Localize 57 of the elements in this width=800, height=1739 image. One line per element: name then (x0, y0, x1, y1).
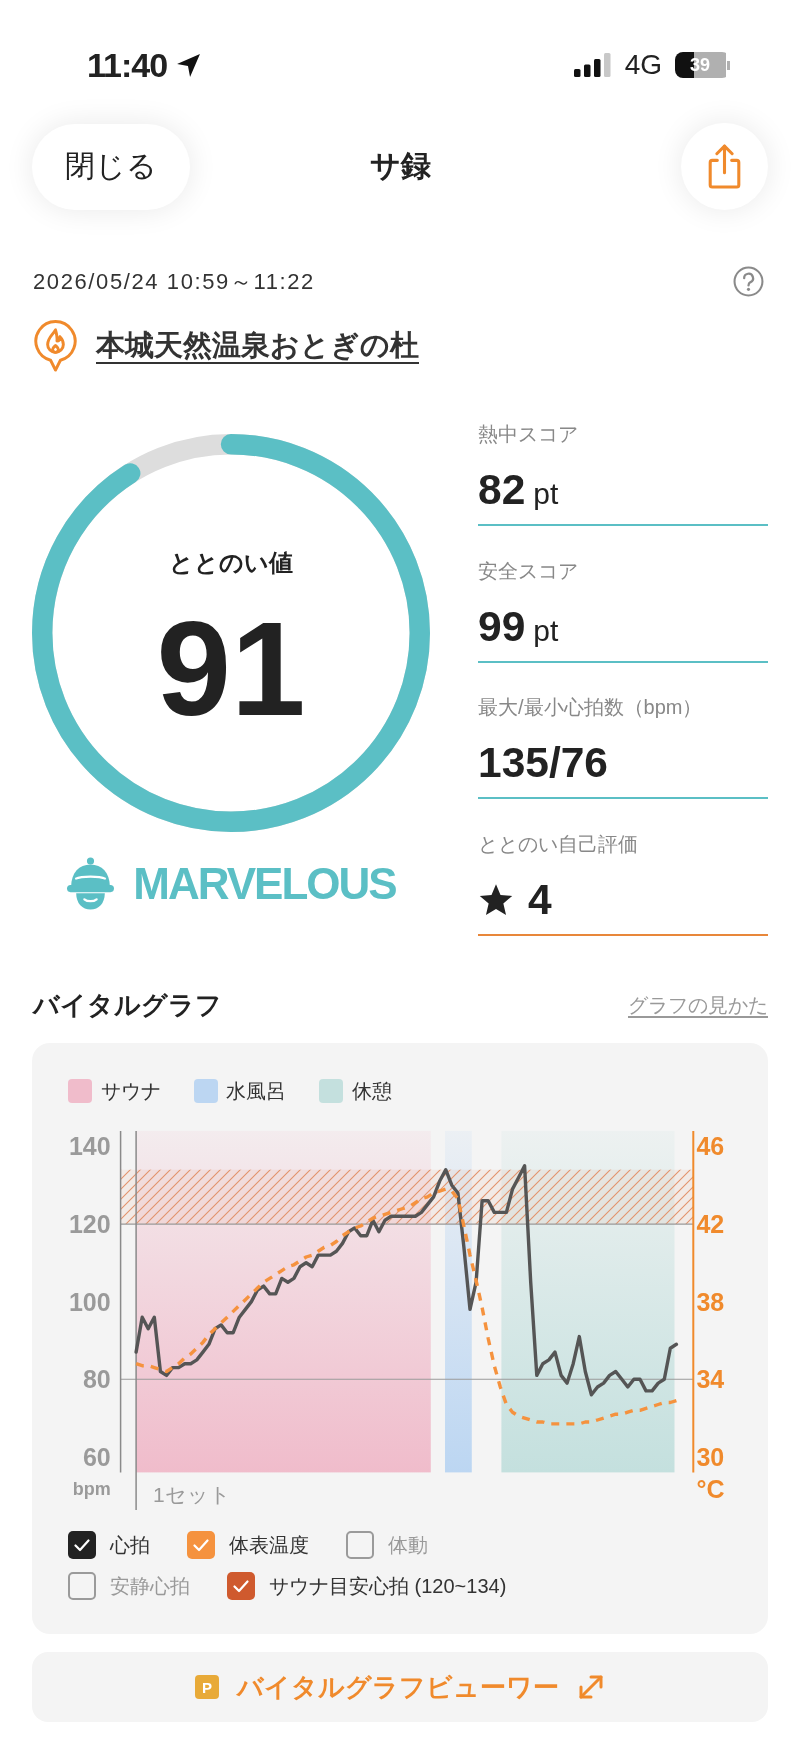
stat-value: 135/76 (478, 739, 608, 788)
temperature-axis-label: 30 (696, 1443, 725, 1472)
checkmark-icon (74, 1538, 90, 1552)
stat-unit: pt (533, 613, 559, 648)
checkbox[interactable] (68, 1572, 96, 1601)
set-label: 1セット (153, 1483, 231, 1507)
y-axis-label: 140 (69, 1132, 111, 1161)
score-label: ととのい値 (169, 549, 293, 577)
checkbox[interactable] (68, 1531, 96, 1560)
temperature-axis-label: 46 (696, 1132, 725, 1161)
screen-title: サ録 (369, 148, 431, 184)
legend-label: サウナ (100, 1078, 161, 1104)
y-axis-label: 100 (69, 1288, 111, 1317)
stat-value: 4 (528, 875, 552, 924)
section-title: バイタルグラフ (33, 989, 222, 1021)
status-time: 11:40 (87, 45, 168, 85)
checkbox[interactable] (346, 1531, 374, 1560)
stat-label: 最大/最小心拍数（bpm） (478, 695, 704, 720)
temperature-axis-label: 38 (696, 1288, 725, 1317)
temperature-axis-unit: °C (696, 1475, 725, 1504)
facility-link[interactable]: 本城天然温泉おとぎの杜 (96, 325, 419, 366)
y-axis-label: 120 (69, 1210, 111, 1239)
signal-icon (573, 53, 612, 77)
help-icon (733, 266, 764, 297)
stat-value: 99 (478, 602, 526, 651)
score-value: 91 (156, 602, 306, 736)
checkbox-label: サウナ目安心拍 (120~134) (269, 1573, 507, 1599)
legend-label: 休憩 (351, 1078, 392, 1104)
checkmark-icon (193, 1538, 209, 1552)
location-arrow-icon (176, 52, 202, 78)
temperature-axis-label: 42 (696, 1210, 725, 1239)
stat-label: 熱中スコア (478, 422, 579, 446)
hat-character-icon (66, 856, 116, 911)
stat-unit: pt (533, 477, 559, 511)
checkbox-label: 安静心拍 (110, 1573, 190, 1599)
y-axis-unit: bpm (72, 1479, 111, 1500)
letter-badge: P (195, 1675, 219, 1700)
network-type: 4G (624, 49, 662, 81)
checkbox[interactable] (187, 1531, 215, 1560)
temperature-axis-label: 34 (696, 1365, 725, 1394)
checkbox-label: 体表温度 (229, 1532, 309, 1558)
legend-label: 水風呂 (226, 1078, 286, 1104)
checkbox-label: 体動 (388, 1532, 428, 1558)
stat-label: 安全スコア (478, 558, 579, 583)
checkbox[interactable] (227, 1572, 255, 1601)
share-icon (706, 143, 743, 190)
checkbox-label: 心拍 (110, 1532, 150, 1558)
y-axis-label: 80 (82, 1365, 111, 1394)
stat-label: ととのい自己評価 (478, 831, 639, 856)
expand-icon (577, 1673, 605, 1702)
flame-pin-icon (33, 319, 78, 372)
rank-label: MARVELOUS (133, 858, 396, 909)
y-axis-label: 60 (82, 1443, 111, 1472)
checkmark-icon (233, 1579, 249, 1593)
close-button[interactable]: 閉じる (32, 123, 190, 210)
session-datetime: 2026/05/24 10:59～11:22 (33, 267, 315, 296)
stat-value: 82 (478, 466, 526, 514)
